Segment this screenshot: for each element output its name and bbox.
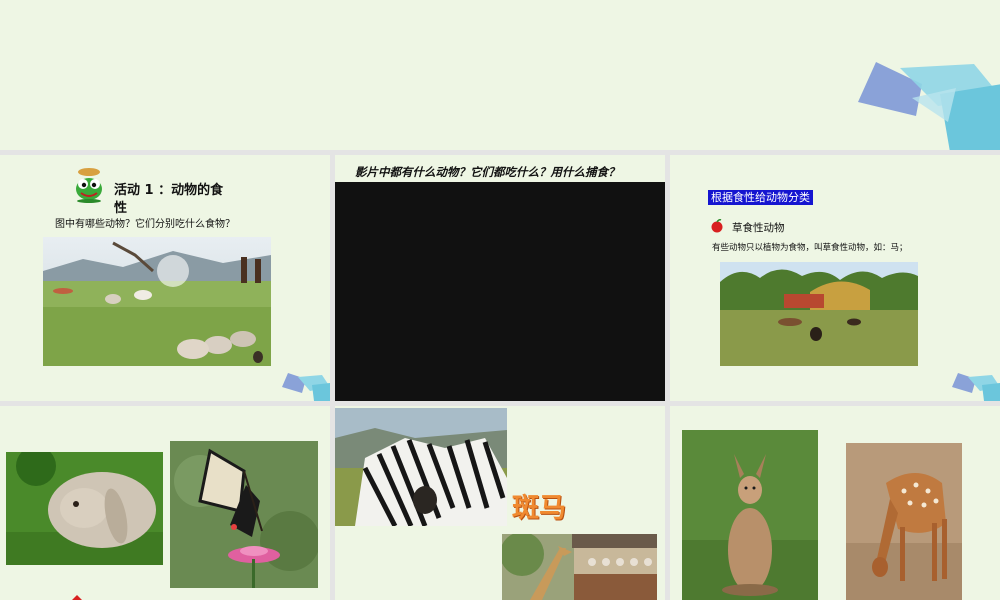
slide-question-italic: 影片中都有什么动物？它们都吃什么？用什么捕食？ xyxy=(355,165,620,179)
frog-mascot-icon xyxy=(76,168,102,203)
slide-4[interactable]: 根据食性给动物分类 草食性动物 有些动物只以植物为食物，叫草食性动物，如：马； xyxy=(670,155,1000,401)
slide-2[interactable]: 活动 1 ：动物的食 性 图中有哪些动物？它们分别吃什么食物？ xyxy=(0,155,330,401)
corner-geometric-decoration-small xyxy=(282,373,330,401)
corner-geometric-decoration xyxy=(858,62,1000,150)
photo-kangaroo xyxy=(682,430,818,600)
photo-horses-field xyxy=(720,262,918,366)
slide-question: 图中有哪些动物？它们分别吃什么食物？ xyxy=(55,219,235,230)
video-player-area[interactable] xyxy=(335,182,665,401)
slide-1[interactable] xyxy=(0,0,1000,150)
photo-giraffe-tourists xyxy=(502,534,657,600)
apple-bullet-icon-partial xyxy=(72,595,82,600)
photo-deer xyxy=(846,443,962,600)
photo-zebras xyxy=(335,408,507,526)
wordart-zebra-label: 斑马 xyxy=(512,493,566,524)
section-badge: 根据食性给动物分类 xyxy=(708,190,813,205)
category-heading: 草食性动物 xyxy=(732,222,785,234)
slide-3[interactable]: 影片中都有什么动物？它们都吃什么？用什么捕食？ xyxy=(335,155,665,401)
slide-7[interactable] xyxy=(670,406,1000,600)
slide-6[interactable]: 斑马 xyxy=(335,406,665,600)
photo-pasture-animals xyxy=(43,237,271,366)
apple-bullet-icon xyxy=(711,219,723,233)
corner-geometric-decoration-small xyxy=(952,373,1000,401)
slide-5[interactable] xyxy=(0,406,330,600)
photo-rabbit xyxy=(6,452,163,565)
photo-butterfly-flower xyxy=(170,441,318,588)
category-description: 有些动物只以植物为食物，叫草食性动物，如：马； xyxy=(712,243,908,253)
slide-title-line-2: 性 xyxy=(114,201,128,216)
slide-title-line-1: 活动 1 ：动物的食 xyxy=(114,183,224,198)
